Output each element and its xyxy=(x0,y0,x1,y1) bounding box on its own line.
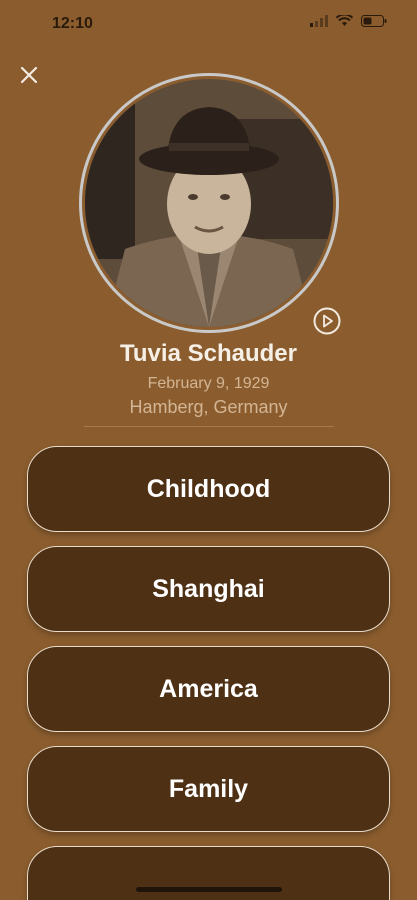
chapter-button-family[interactable]: Family xyxy=(27,746,390,832)
wifi-icon xyxy=(336,15,353,26)
profile-photo xyxy=(85,79,333,327)
profile-photo-frame xyxy=(79,73,339,333)
person-birth-place: Hamberg, Germany xyxy=(129,397,288,417)
person-name: Tuvia Schauder xyxy=(120,340,297,367)
chapter-list: Childhood Shanghai America Family xyxy=(27,446,390,900)
status-icons xyxy=(310,15,387,27)
status-bar: 12:10 xyxy=(0,0,417,48)
signal-icon xyxy=(310,15,328,27)
portrait-illustration xyxy=(85,79,333,327)
person-birth-date: February 9, 1929 xyxy=(147,375,270,392)
play-icon[interactable] xyxy=(312,306,342,336)
divider xyxy=(84,426,334,427)
chapter-button-america[interactable]: America xyxy=(27,646,390,732)
status-time: 12:10 xyxy=(52,15,93,32)
close-icon[interactable] xyxy=(18,64,40,86)
home-indicator[interactable] xyxy=(136,887,282,892)
battery-icon xyxy=(361,15,387,27)
chapter-button-shanghai[interactable]: Shanghai xyxy=(27,546,390,632)
chapter-button-childhood[interactable]: Childhood xyxy=(27,446,390,532)
